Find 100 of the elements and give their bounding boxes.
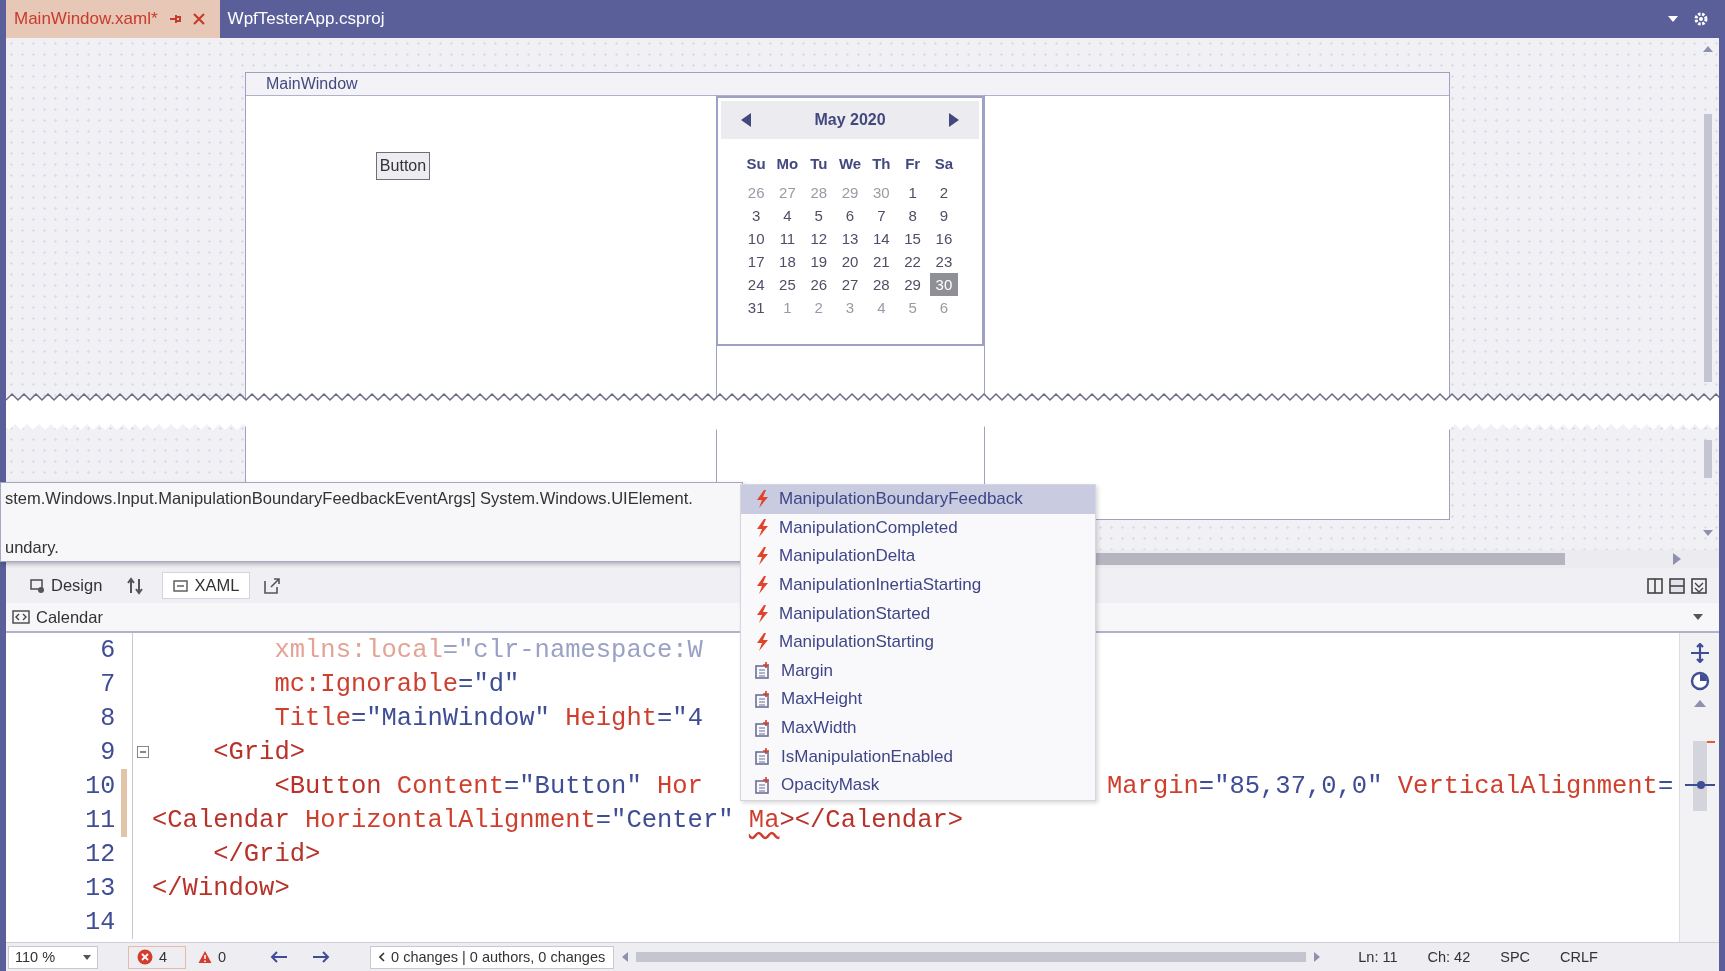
property-icon bbox=[755, 690, 771, 708]
completion-item[interactable]: Margin bbox=[741, 656, 1095, 686]
caret-down-icon[interactable] bbox=[1693, 614, 1703, 620]
calendar-day[interactable]: 26 bbox=[804, 273, 833, 296]
frame-icon bbox=[173, 578, 189, 593]
calendar-day[interactable]: 28 bbox=[867, 273, 896, 296]
calendar-day[interactable]: 9 bbox=[929, 204, 958, 227]
caret-down-icon[interactable] bbox=[1667, 15, 1679, 23]
line-number: 8 bbox=[99, 703, 117, 733]
completion-item[interactable]: MaxHeight bbox=[741, 685, 1095, 714]
calendar-day[interactable]: 12 bbox=[804, 227, 833, 250]
completion-item[interactable]: IsManipulationEnabled bbox=[741, 742, 1095, 771]
horizontal-scrollbar[interactable] bbox=[636, 952, 1307, 962]
calendar-day[interactable]: 14 bbox=[867, 227, 896, 250]
warning-icon[interactable] bbox=[198, 950, 212, 964]
line-number: 9 bbox=[99, 737, 117, 767]
completion-item[interactable]: ManipulationStarted bbox=[741, 599, 1095, 628]
right-arrow-icon[interactable] bbox=[1314, 952, 1321, 962]
completion-item[interactable]: MaxWidth bbox=[741, 713, 1095, 743]
calendar-day[interactable]: 31 bbox=[742, 296, 771, 319]
calendar-day[interactable]: 3 bbox=[742, 204, 771, 227]
move-icon[interactable] bbox=[1689, 643, 1710, 663]
swap-panes-icon[interactable] bbox=[126, 576, 145, 595]
calendar-day[interactable]: 25 bbox=[773, 273, 802, 296]
calendar-day[interactable]: 6 bbox=[836, 204, 865, 227]
completion-item[interactable]: ManipulationDelta bbox=[741, 542, 1095, 571]
code-line: </Grid> bbox=[212, 839, 321, 869]
calendar-day[interactable]: 19 bbox=[804, 250, 833, 273]
calendar-day[interactable]: 27 bbox=[836, 273, 865, 296]
calendar-day[interactable]: 16 bbox=[929, 227, 958, 250]
calendar-day[interactable]: 11 bbox=[773, 227, 802, 250]
calendar-day[interactable]: 4 bbox=[773, 204, 802, 227]
completion-item[interactable]: OpacityMask bbox=[741, 770, 1095, 800]
weekday-label: Fr bbox=[905, 154, 921, 174]
element-breadcrumb[interactable]: Calendar bbox=[36, 607, 103, 627]
calendar-day[interactable]: 23 bbox=[929, 250, 958, 273]
forward-arrow-icon[interactable] bbox=[312, 950, 331, 964]
code-line: mc:Ignorable="d" bbox=[273, 669, 520, 699]
completion-item[interactable]: ManipulationStarting bbox=[741, 627, 1095, 657]
next-arrow-icon[interactable] bbox=[949, 113, 959, 127]
calendar-day[interactable]: 21 bbox=[867, 250, 896, 273]
line-number: 6 bbox=[99, 635, 117, 665]
element-icon bbox=[12, 610, 30, 624]
calendar-day[interactable]: 8 bbox=[898, 204, 927, 227]
monitor-icon bbox=[30, 578, 45, 593]
weekday-label: Sa bbox=[934, 154, 954, 174]
view-tab[interactable]: XAML bbox=[162, 572, 251, 599]
property-icon bbox=[755, 719, 771, 737]
error-icon[interactable] bbox=[137, 949, 153, 965]
preview-button[interactable]: Button bbox=[376, 152, 430, 180]
calendar-day[interactable]: 22 bbox=[898, 250, 927, 273]
code-line: </Window> bbox=[152, 873, 290, 903]
property-icon bbox=[755, 748, 771, 766]
property-icon bbox=[755, 776, 771, 794]
line-indicator: Ln: 11 bbox=[1358, 949, 1398, 965]
warning-count[interactable]: 0 bbox=[218, 949, 227, 965]
collapse-pane-icon[interactable] bbox=[1691, 577, 1707, 594]
back-arrow-icon[interactable] bbox=[270, 950, 289, 964]
popout-icon[interactable] bbox=[264, 577, 281, 594]
horizontal-split-icon[interactable] bbox=[1669, 577, 1685, 594]
calendar-day[interactable]: 1 bbox=[898, 181, 927, 204]
completion-item[interactable]: ManipulationInertiaStarting bbox=[741, 570, 1095, 600]
lightning-icon bbox=[755, 633, 769, 652]
calendar-day[interactable]: 29 bbox=[898, 273, 927, 296]
calendar-day[interactable]: 10 bbox=[742, 227, 771, 250]
line-number: 13 bbox=[84, 873, 117, 903]
completion-item[interactable]: ManipulationBoundaryFeedback bbox=[741, 485, 1095, 514]
calendar-day[interactable]: 13 bbox=[836, 227, 865, 250]
code-line: <Calendar HorizontalAlignment="Center" Ma></Calendar> bbox=[152, 805, 964, 835]
calendar-day[interactable]: 17 bbox=[742, 250, 771, 273]
pin-icon[interactable] bbox=[167, 12, 182, 26]
view-tab[interactable]: Design bbox=[20, 572, 113, 599]
calendar-day[interactable]: 5 bbox=[804, 204, 833, 227]
calendar-day[interactable]: 15 bbox=[898, 227, 927, 250]
calendar-day[interactable]: 24 bbox=[742, 273, 771, 296]
close-icon[interactable] bbox=[191, 12, 206, 26]
right-arrow-icon[interactable] bbox=[1673, 553, 1681, 565]
calendar-month-title[interactable]: May 2020 bbox=[814, 111, 886, 129]
caret-down-icon bbox=[83, 954, 91, 960]
horizontal-scrollbar[interactable] bbox=[1095, 553, 1565, 565]
settings-icon[interactable] bbox=[1693, 11, 1709, 27]
collapse-icon[interactable] bbox=[136, 746, 149, 758]
up-arrow-icon[interactable] bbox=[1693, 699, 1706, 707]
tooltip-text: stem.Windows.Input.ManipulationBoundaryFeedbackEventArgs] System.Windows.UIElement. bbox=[5, 489, 694, 508]
left-arrow-icon[interactable] bbox=[622, 952, 629, 962]
error-count[interactable]: 4 bbox=[159, 949, 168, 965]
file-tab[interactable]: WpfTesterApp.csproj bbox=[219, 0, 399, 38]
previous-arrow-icon[interactable] bbox=[741, 113, 751, 127]
calendar-day[interactable]: 18 bbox=[773, 250, 802, 273]
calendar-day[interactable]: 7 bbox=[867, 204, 896, 227]
calendar-day[interactable]: 2 bbox=[929, 181, 958, 204]
line-number: 10 bbox=[84, 771, 117, 801]
calendar-day[interactable]: 20 bbox=[836, 250, 865, 273]
completion-item[interactable]: ManipulationCompleted bbox=[741, 513, 1095, 543]
vertical-split-icon[interactable] bbox=[1647, 577, 1663, 594]
line-ending[interactable]: CRLF bbox=[1560, 949, 1598, 965]
code-text: Margin="85,37,0,0" VerticalAlignment= bbox=[1107, 771, 1674, 801]
zoom-dropdown[interactable]: 110 % bbox=[8, 945, 98, 969]
clock-icon[interactable] bbox=[1689, 671, 1710, 691]
indent-mode[interactable]: SPC bbox=[1500, 949, 1531, 965]
